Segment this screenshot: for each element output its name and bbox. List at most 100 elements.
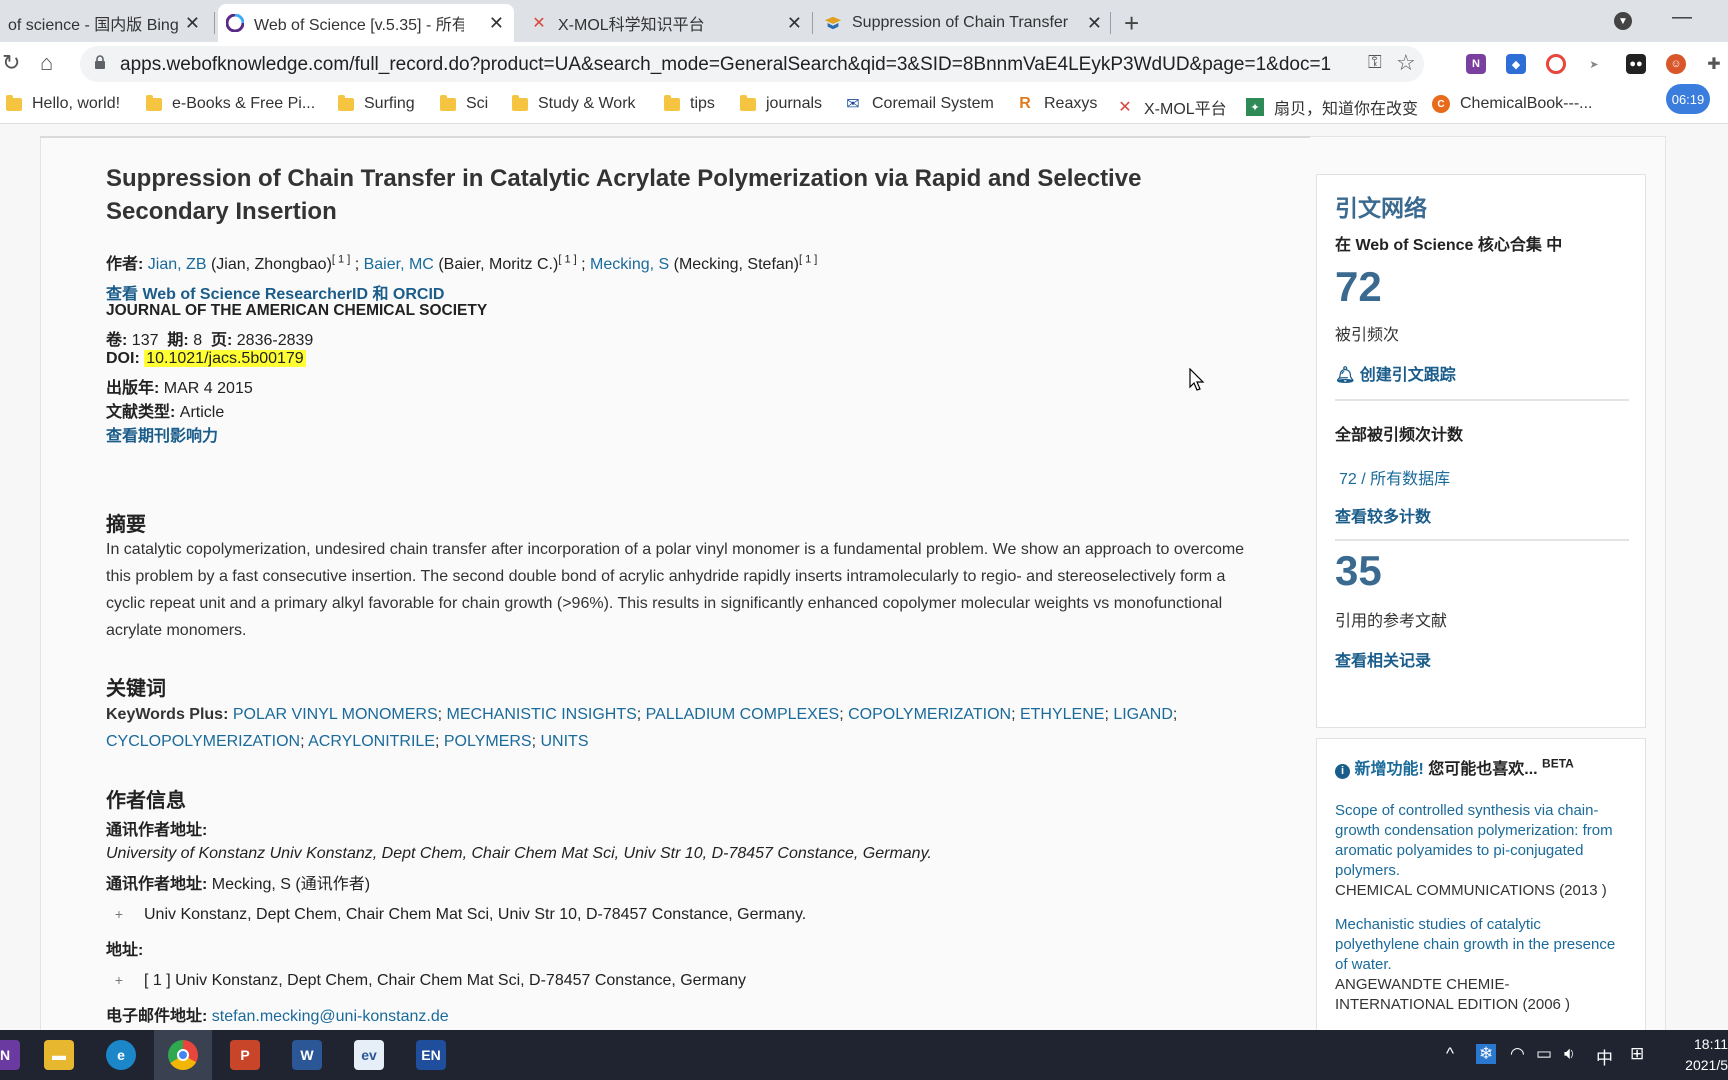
divider (1335, 539, 1629, 541)
glasses-extension-icon[interactable]: ●● (1626, 54, 1646, 74)
extensions-puzzle-icon[interactable]: ✚ (1704, 54, 1724, 74)
bookmark-star-icon[interactable]: ☆ (1396, 50, 1416, 76)
journal-impact-link[interactable]: 查看期刊影响力 (106, 422, 218, 446)
issue-value: 8 (193, 332, 203, 349)
references-count[interactable]: 35 (1335, 547, 1382, 595)
bookmark-sci[interactable]: Sci (440, 94, 488, 113)
file-explorer-icon[interactable]: ▬ (44, 1040, 74, 1070)
bookmark-reaxys[interactable]: R Reaxys (1016, 95, 1097, 113)
keyword-separator: ; (300, 733, 309, 750)
keyword-separator: ; (1104, 706, 1114, 723)
onenote-extension-icon[interactable]: N (1466, 54, 1486, 74)
home-icon[interactable]: ⌂ (40, 50, 53, 76)
chrome-icon[interactable] (168, 1040, 198, 1070)
edge-icon[interactable]: e (106, 1040, 136, 1070)
ime-indicator[interactable]: 中 (1596, 1044, 1613, 1069)
expand-icon[interactable]: + (112, 907, 126, 921)
close-icon[interactable]: ✕ (185, 13, 200, 34)
minimize-icon[interactable]: — (1672, 6, 1692, 29)
keyword-link[interactable]: POLYMERS (444, 733, 532, 750)
recommendation-title[interactable]: Mechanistic studies of catalytic polyeth… (1335, 915, 1627, 975)
more-counts-link[interactable]: 查看较多计数 (1335, 503, 1431, 527)
onenote-taskbar-icon[interactable]: N (0, 1040, 20, 1070)
author-link-jian[interactable]: Jian, ZB (148, 256, 207, 273)
close-icon[interactable]: ✕ (1087, 13, 1102, 34)
corr-address-detail-row: + Univ Konstanz, Dept Chem, Chair Chem Ma… (112, 906, 806, 924)
extension-diamond-icon[interactable]: ◆ (1506, 54, 1526, 74)
author-ref[interactable]: [ 1 ] (332, 254, 350, 266)
bookmark-label: e-Books & Free Pi... (172, 95, 316, 112)
doi-label: DOI: (106, 350, 140, 367)
key-icon[interactable]: ⚿ (1368, 52, 1382, 73)
system-clock[interactable]: 18:11 2021/5 (1670, 1034, 1728, 1076)
references-label: 引用的参考文献 (1335, 613, 1448, 630)
tab-separator (812, 12, 813, 34)
folder-icon (740, 94, 756, 111)
keyword-link[interactable]: POLAR VINYL MONOMERS (233, 706, 438, 723)
tab-search-icon[interactable]: ▼ (1614, 12, 1632, 30)
author-link-mecking[interactable]: Mecking, S (590, 256, 669, 273)
all-counts-num[interactable]: 72 (1339, 471, 1357, 488)
bookmark-xmol[interactable]: ✕ X-MOL平台 (1116, 95, 1226, 119)
chrome-extension-icon[interactable] (1546, 54, 1566, 74)
tab-title: Suppression of Chain Transfer (852, 14, 1068, 31)
tab-bing[interactable]: of science - 国内版 Bing ✕ (0, 4, 210, 42)
tab-separator (1110, 12, 1111, 34)
word-icon[interactable]: W (292, 1040, 322, 1070)
bookmark-shanbay[interactable]: ✦ 扇贝，知道你在改变 (1246, 95, 1418, 119)
tab-xmol[interactable]: ✕ X-MOL科学知识平台 ✕ (522, 4, 812, 42)
keyword-link[interactable]: ETHYLENE (1020, 706, 1104, 723)
snowflake-tray-icon[interactable]: ❄ (1476, 1044, 1497, 1064)
new-tab-button[interactable]: + (1124, 8, 1139, 39)
author-link-baier[interactable]: Baier, MC (364, 256, 434, 273)
bookmark-hello-world[interactable]: Hello, world! (6, 94, 120, 113)
bookmark-surfing[interactable]: Surfing (338, 94, 415, 113)
keyword-link[interactable]: LIGAND (1113, 706, 1173, 723)
monkey-extension-icon[interactable]: ☺ (1666, 54, 1686, 74)
close-icon[interactable]: ✕ (787, 13, 802, 34)
volume-icon[interactable]: 🔉︎ (1564, 1044, 1575, 1064)
related-records-link[interactable]: 查看相关记录 (1335, 647, 1431, 671)
bookmark-ebooks[interactable]: e-Books & Free Pi... (146, 94, 316, 113)
journal-title: JOURNAL OF THE AMERICAN CHEMICAL SOCIETY (106, 302, 488, 319)
keyword-link[interactable]: MECHANISTIC INSIGHTS (447, 706, 637, 723)
bookmark-chemicalbook[interactable]: C ChemicalBook---... (1432, 95, 1592, 113)
volume-row: 卷: 137 期: 8 页: 2836-2839 (106, 326, 313, 350)
tab-web-of-science[interactable]: Web of Science [v.5.35] - 所有 ✕ (218, 4, 514, 42)
battery-icon[interactable]: ▭ (1536, 1044, 1552, 1064)
all-counts-row[interactable]: 72 / 所有数据库 (1339, 465, 1450, 489)
wifi-icon[interactable]: ◠ (1510, 1044, 1525, 1064)
keyword-link[interactable]: UNITS (541, 733, 589, 750)
bookmark-tips[interactable]: tips (664, 94, 715, 113)
expand-icon[interactable]: + (112, 973, 126, 987)
dictionary-icon[interactable]: EN (416, 1040, 446, 1070)
year-label: 出版年: (106, 380, 160, 397)
address-bar[interactable]: apps.webofknowledge.com/full_record.do?p… (80, 46, 1424, 82)
doctype-label: 文献类型: (106, 404, 176, 421)
keyboard-layout-icon[interactable]: ⊞ (1630, 1044, 1644, 1064)
keyword-link[interactable]: CYCLOPOLYMERIZATION (106, 733, 300, 750)
reload-icon[interactable]: ↻ (2, 50, 20, 76)
bookmark-journals[interactable]: journals (740, 94, 822, 113)
all-counts-db[interactable]: / 所有数据库 (1357, 471, 1450, 488)
recommendation-title[interactable]: Scope of controlled synthesis via chain-… (1335, 801, 1627, 881)
close-icon[interactable]: ✕ (489, 13, 504, 34)
times-cited-count[interactable]: 72 (1335, 263, 1382, 311)
researcher-id-link[interactable]: 查看 Web of Science ResearcherID 和 ORCID (106, 280, 444, 304)
keyword-link[interactable]: ACRYLONITRILE (308, 733, 435, 750)
create-citation-alert[interactable]: 🔔︎ 创建引文跟踪 (1335, 361, 1456, 385)
keyword-link[interactable]: COPOLYMERIZATION (848, 706, 1011, 723)
email-link[interactable]: stefan.mecking@uni-konstanz.de (212, 1008, 449, 1025)
journal-name: JOURNAL OF THE AMERICAN CHEMICAL SOCIETY (106, 302, 487, 320)
bookmark-study-work[interactable]: Study & Work (512, 94, 636, 113)
powerpoint-icon[interactable]: P (230, 1040, 260, 1070)
keyword-link[interactable]: PALLADIUM COMPLEXES (646, 706, 840, 723)
doi-value[interactable]: 10.1021/jacs.5b00179 (144, 350, 306, 367)
tab-suppression[interactable]: Suppression of Chain Transfer ✕ (816, 4, 1112, 42)
everything-icon[interactable]: ev (354, 1040, 384, 1070)
author-ref[interactable]: [ 1 ] (558, 254, 576, 266)
author-ref[interactable]: [ 1 ] (799, 254, 817, 266)
show-hidden-icons[interactable]: ^ (1446, 1044, 1454, 1064)
cursor-extension-icon[interactable]: ➤ (1584, 54, 1604, 74)
bookmark-coremail[interactable]: ✉ Coremail System (844, 95, 994, 113)
